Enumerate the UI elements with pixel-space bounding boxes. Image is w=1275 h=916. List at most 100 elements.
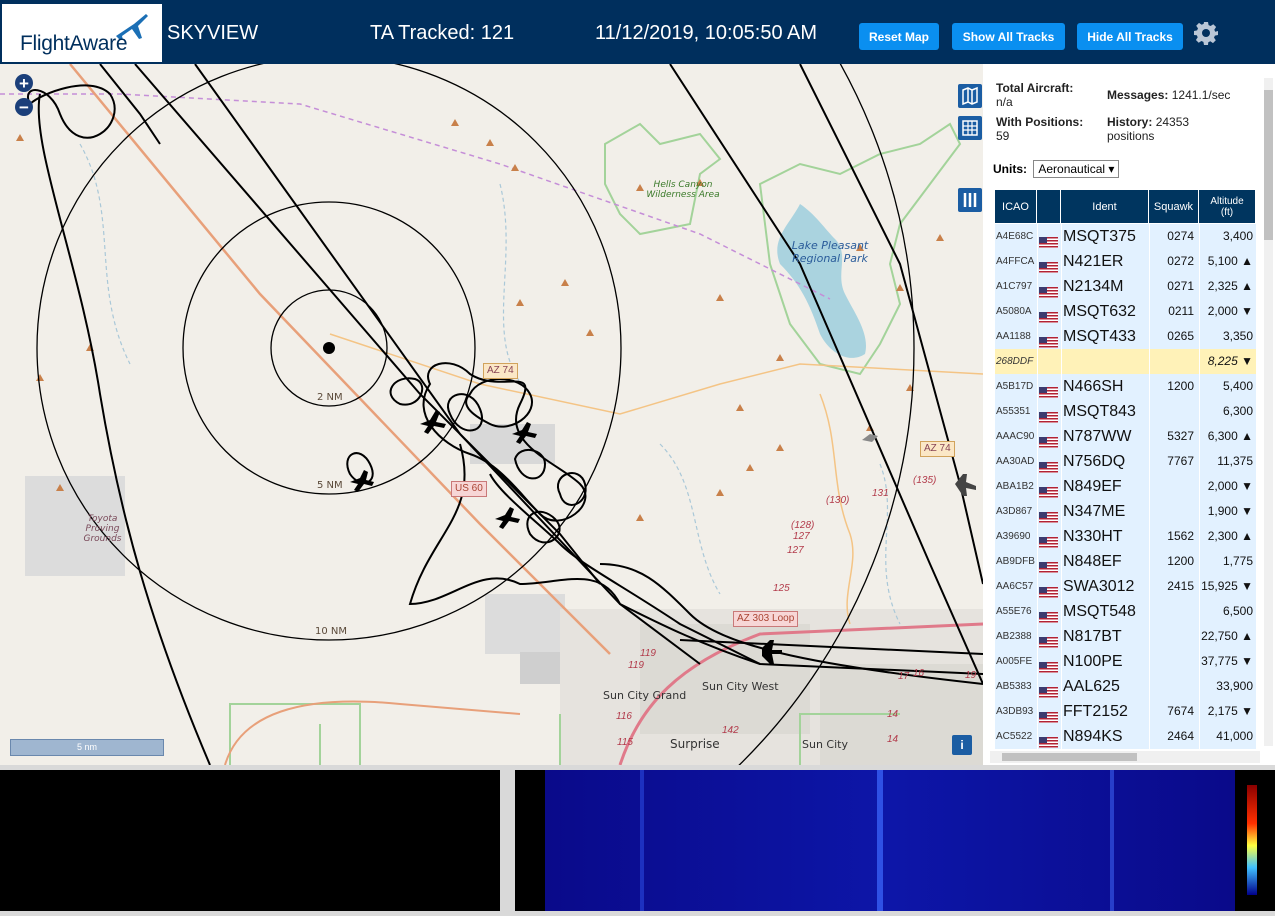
cell-divider <box>1037 499 1038 524</box>
cell-ident: N2134M <box>1063 278 1124 295</box>
cell-squawk <box>1154 474 1194 499</box>
cell-icao: ABA1B2 <box>996 481 1034 492</box>
zoom-in-button[interactable]: + <box>15 74 33 92</box>
table-row[interactable]: A3D867 N347ME 1,900 ▼ <box>995 499 1256 524</box>
cell-altitude: 2,325 ▲ <box>1207 279 1253 293</box>
road-label-az74: AZ 74 <box>920 441 955 457</box>
cell-divider <box>1149 424 1150 449</box>
vertical-scrollbar[interactable] <box>1264 78 1273 746</box>
cell-ident: N466SH <box>1063 378 1124 395</box>
show-all-tracks-button[interactable]: Show All Tracks <box>952 23 1065 50</box>
table-row[interactable]: A4E68C MSQT375 0274 3,400 <box>995 224 1256 249</box>
cell-divider <box>1149 549 1150 574</box>
ring-label-2nm: 2 NM <box>317 392 343 403</box>
road-number: 115 <box>617 737 633 748</box>
table-row[interactable]: A5B17D N466SH 1200 5,400 <box>995 374 1256 399</box>
table-row[interactable]: AC5522 N894KS 2464 41,000 <box>995 724 1256 749</box>
zoom-out-button[interactable]: − <box>15 98 33 116</box>
hells-canyon-boundary <box>604 122 722 236</box>
cell-squawk: 7674 <box>1167 704 1194 718</box>
cell-icao: AA1188 <box>996 331 1031 342</box>
column-header-altitude[interactable]: Altitude (ft) <box>1199 190 1256 223</box>
us-flag-icon <box>1039 281 1058 298</box>
column-header-flag[interactable] <box>1037 190 1061 223</box>
road-number: 116 <box>616 711 632 722</box>
place-surprise: Surprise <box>670 737 720 751</box>
table-row[interactable]: AA1188 MSQT433 0265 3,350 <box>995 324 1256 349</box>
column-header-icao[interactable]: ICAO <box>995 190 1037 223</box>
cell-divider <box>1037 724 1038 749</box>
column-header-ident[interactable]: Ident <box>1061 190 1149 223</box>
table-row[interactable]: A1C797 N2134M 0271 2,325 ▲ <box>995 274 1256 299</box>
cell-icao: A55E76 <box>996 606 1032 617</box>
cell-squawk: 2415 <box>1167 579 1194 593</box>
table-row[interactable]: AAAC90 N787WW 5327 6,300 ▲ <box>995 424 1256 449</box>
map-view[interactable]: 2 NM 5 NM 10 NM Hells Canyon Wilderness … <box>0 64 983 765</box>
table-row[interactable]: AA6C57 SWA3012 2415 15,925 ▼ <box>995 574 1256 599</box>
reset-map-button[interactable]: Reset Map <box>859 23 939 50</box>
us-flag-icon <box>1039 606 1058 623</box>
table-row[interactable]: 268DDF 8,225 ▼ <box>995 349 1256 374</box>
cell-altitude: 6,300 ▲ <box>1207 429 1253 443</box>
road <box>224 700 521 765</box>
cell-divider <box>1149 224 1150 249</box>
cell-divider <box>1149 574 1150 599</box>
table-row[interactable]: A3DB93 FFT2152 7674 2,175 ▼ <box>995 699 1256 724</box>
road-number: 142 <box>722 725 739 736</box>
cell-divider <box>1061 474 1062 499</box>
horizontal-scrollbar[interactable] <box>990 751 1260 763</box>
map-layers-icon[interactable] <box>958 84 982 108</box>
tracked-count: TA Tracked: 121 <box>370 22 515 44</box>
us-flag-icon <box>1039 256 1058 273</box>
cell-icao: AA30AD <box>996 456 1035 467</box>
table-row[interactable]: A55351 MSQT843 6,300 <box>995 399 1256 424</box>
cell-icao: AB5383 <box>996 681 1032 692</box>
road-number: 17 <box>898 671 910 682</box>
road-number: (128) <box>791 520 815 531</box>
us-flag-icon <box>1039 406 1058 423</box>
table-row[interactable]: A005FE N100PE 37,775 ▼ <box>995 649 1256 674</box>
road-label-az74: AZ 74 <box>483 363 518 379</box>
units-select[interactable]: Aeronautical ▾ <box>1033 160 1120 178</box>
cell-divider <box>1061 549 1062 574</box>
table-row[interactable]: AB2388 N817BT 22,750 ▲ <box>995 624 1256 649</box>
place-sun-city-west: Sun City West <box>702 680 779 693</box>
total-aircraft-value: n/a <box>996 95 1013 109</box>
place-hells-canyon: Hells Canyon Wilderness Area <box>646 180 720 200</box>
table-row[interactable]: A5080A MSQT632 0211 2,000 ▼ <box>995 299 1256 324</box>
cell-squawk <box>1154 599 1194 624</box>
cell-altitude: 6,500 <box>1222 604 1253 618</box>
map-canvas <box>0 64 983 765</box>
cell-divider <box>1061 349 1062 374</box>
cell-divider <box>1061 599 1062 624</box>
cell-icao: A1C797 <box>996 281 1033 292</box>
table-row[interactable]: AA30AD N756DQ 7767 11,375 <box>995 449 1256 474</box>
info-button[interactable]: i <box>952 735 972 755</box>
cell-ident: N421ER <box>1063 253 1124 270</box>
cell-altitude: 41,000 <box>1216 729 1253 743</box>
column-header-squawk[interactable]: Squawk <box>1149 190 1199 223</box>
us-flag-icon <box>1039 231 1058 248</box>
table-row[interactable]: ABA1B2 N849EF 2,000 ▼ <box>995 474 1256 499</box>
cell-divider <box>1149 649 1150 674</box>
flightaware-logo[interactable]: FlightAware <box>2 4 162 62</box>
road-number: (130) <box>826 495 850 506</box>
table-row[interactable]: A55E76 MSQT548 6,500 <box>995 599 1256 624</box>
cell-divider <box>1037 374 1038 399</box>
cell-divider <box>1149 449 1150 474</box>
table-row[interactable]: A4FFCA N421ER 0272 5,100 ▲ <box>995 249 1256 274</box>
hide-all-tracks-button[interactable]: Hide All Tracks <box>1077 23 1183 50</box>
lake-pleasant <box>777 204 866 358</box>
columns-icon[interactable] <box>958 188 982 212</box>
cell-altitude: 8,225 ▼ <box>1207 354 1253 368</box>
table-row[interactable]: AB9DFB N848EF 1200 1,775 <box>995 549 1256 574</box>
table-row[interactable]: A39690 N330HT 1562 2,300 ▲ <box>995 524 1256 549</box>
cell-squawk <box>1154 499 1194 524</box>
cell-divider <box>1199 249 1200 274</box>
cell-divider <box>1149 249 1150 274</box>
table-row[interactable]: AB5383 AAL625 33,900 <box>995 674 1256 699</box>
cell-divider <box>1061 499 1062 524</box>
grid-icon[interactable] <box>958 116 982 140</box>
gear-icon[interactable] <box>1194 21 1218 45</box>
urban-area <box>520 652 565 684</box>
